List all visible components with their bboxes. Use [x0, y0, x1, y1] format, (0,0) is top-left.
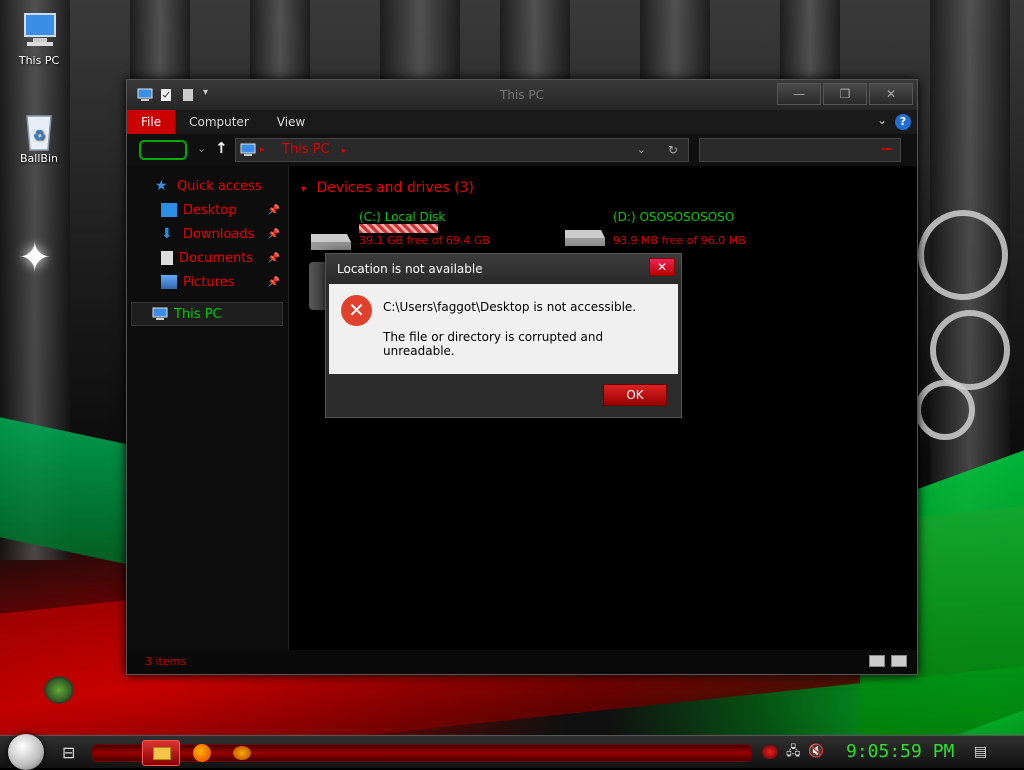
recycle-bin-icon: ♻ — [19, 108, 59, 151]
dialog-close-button[interactable]: ✕ — [649, 258, 675, 276]
drive-name: (C:) Local Disk — [359, 210, 446, 224]
group-header-label: Devices and drives (3) — [316, 180, 474, 196]
download-icon: ⬇ — [161, 226, 173, 242]
collapse-icon: ▾ — [301, 184, 307, 195]
chevron-right-icon[interactable]: ▸ — [260, 139, 265, 161]
hard-drive-icon — [563, 220, 605, 246]
dialog-message-path: C:\Users\faggot\Desktop is not accessibl… — [383, 300, 637, 314]
clock[interactable]: 9:05:59 PM — [846, 741, 954, 762]
nav-item-downloads[interactable]: ⬇ Downloads 📌 — [127, 222, 288, 246]
search-icon — [882, 148, 892, 150]
computer-icon — [152, 307, 168, 321]
error-dialog: Location is not available ✕ ✕ C:\Users\f… — [325, 253, 682, 418]
volume-muted-icon[interactable]: 🔇 — [808, 745, 824, 759]
drive-usage-bar — [359, 224, 438, 233]
desktop-icon-ballbin[interactable]: ♻ BallBin — [4, 108, 74, 165]
help-icon[interactable]: ? — [895, 114, 911, 130]
nav-label: Quick access — [177, 178, 262, 194]
navigation-pane: ★ Quick access Desktop 📌 ⬇ Downloads 📌 D… — [127, 166, 289, 650]
taskbar: ⊟ 🖧 🔇 9:05:59 PM ▤ — [0, 734, 1024, 770]
star-icon: ★ — [155, 178, 168, 194]
taskbar-app[interactable] — [230, 740, 252, 766]
maximize-button[interactable]: ❐ — [823, 83, 867, 105]
tab-view[interactable]: View — [263, 110, 319, 134]
pin-icon[interactable]: 📌 — [268, 229, 280, 240]
status-bar: 3 items — [127, 650, 917, 674]
expand-ribbon-icon[interactable]: ⌄ — [877, 113, 887, 127]
dropdown-icon[interactable]: ⌄ — [637, 139, 646, 161]
recent-locations-icon[interactable]: ⌄ — [197, 142, 206, 155]
pin-icon[interactable]: 📌 — [268, 205, 280, 216]
folder-icon — [153, 747, 171, 760]
nav-item-this-pc[interactable]: This PC — [131, 302, 283, 326]
refresh-icon[interactable]: ↻ — [668, 139, 678, 161]
address-input[interactable]: ▸ This PC ▸ ⌄ ↻ — [235, 138, 689, 162]
document-icon — [161, 251, 173, 265]
large-icons-view-icon[interactable] — [891, 655, 907, 667]
svg-text:♻: ♻ — [33, 128, 46, 144]
dialog-title[interactable]: Location is not available — [326, 254, 681, 284]
desktop-folder-icon — [161, 203, 177, 217]
nav-label: Downloads — [183, 226, 255, 242]
nav-label: Desktop — [183, 202, 237, 218]
tab-computer[interactable]: Computer — [175, 110, 263, 134]
desktop-icon-label: This PC — [18, 54, 60, 67]
nav-item-documents[interactable]: Documents 📌 — [127, 246, 288, 270]
start-button[interactable] — [8, 734, 44, 770]
computer-icon — [240, 143, 256, 165]
nav-item-desktop[interactable]: Desktop 📌 — [127, 198, 288, 222]
pin-icon[interactable]: 📌 — [268, 253, 280, 264]
drive-free-space: 39.1 GB free of 69.4 GB — [359, 234, 490, 247]
dialog-body: ✕ C:\Users\faggot\Desktop is not accessi… — [329, 284, 678, 374]
hard-drive-icon — [309, 210, 351, 250]
address-bar-row: ⌄ ↑ ▸ This PC ▸ ⌄ ↻ — [127, 134, 917, 166]
desktop-icon-label: BallBin — [20, 152, 58, 165]
nav-label: Documents — [179, 250, 254, 266]
title-bar[interactable]: ▾ This PC — ❐ ✕ — [127, 80, 917, 110]
drive-free-space: 93.9 MB free of 96.0 MB — [613, 234, 746, 247]
pin-icon[interactable]: 📌 — [268, 277, 280, 288]
network-icon[interactable]: 🖧 — [786, 745, 802, 759]
search-input[interactable] — [699, 138, 901, 162]
nav-label: This PC — [174, 306, 222, 322]
nav-item-pictures[interactable]: Pictures 📌 — [127, 270, 288, 294]
task-view-icon[interactable]: ⊟ — [62, 740, 82, 766]
nav-label: Pictures — [183, 274, 235, 290]
drive-d[interactable]: (D:) OSOSOSOSOSO 93.9 MB free of 96.0 MB — [563, 210, 793, 254]
back-forward-buttons[interactable] — [139, 140, 187, 160]
app-icon — [233, 746, 251, 760]
ok-button[interactable]: OK — [603, 384, 667, 406]
firefox-icon — [193, 744, 211, 762]
ribbon-tabs: File Computer View ⌄ ? — [127, 110, 917, 134]
action-center-icon[interactable]: ▤ — [974, 745, 990, 759]
pictures-icon — [161, 275, 177, 289]
item-count: 3 items — [145, 655, 187, 668]
details-view-icon[interactable] — [869, 655, 885, 667]
dialog-message-detail: The file or directory is corrupted and u… — [383, 330, 604, 358]
chevron-right-icon[interactable]: ▸ — [342, 146, 347, 156]
group-header[interactable]: ▾ Devices and drives (3) — [301, 180, 474, 196]
wreath-icon[interactable] — [44, 676, 74, 704]
tab-file[interactable]: File — [127, 110, 176, 134]
taskbar-file-explorer[interactable] — [142, 740, 180, 766]
tray-app-icon[interactable] — [762, 745, 778, 759]
close-button[interactable]: ✕ — [869, 83, 913, 105]
address-text: This PC — [282, 142, 330, 157]
drive-c[interactable]: (C:) Local Disk 39.1 GB free of 69.4 GB — [309, 210, 539, 254]
drive-name: (D:) OSOSOSOSOSO — [613, 210, 735, 224]
minimize-button[interactable]: — — [777, 83, 821, 105]
taskbar-firefox[interactable] — [190, 740, 212, 766]
desktop-icon-this-pc[interactable]: This PC — [4, 10, 74, 67]
computer-icon — [19, 10, 59, 50]
up-arrow-icon[interactable]: ↑ — [215, 139, 228, 157]
error-icon: ✕ — [341, 295, 372, 326]
nav-quick-access[interactable]: ★ Quick access — [127, 174, 288, 198]
